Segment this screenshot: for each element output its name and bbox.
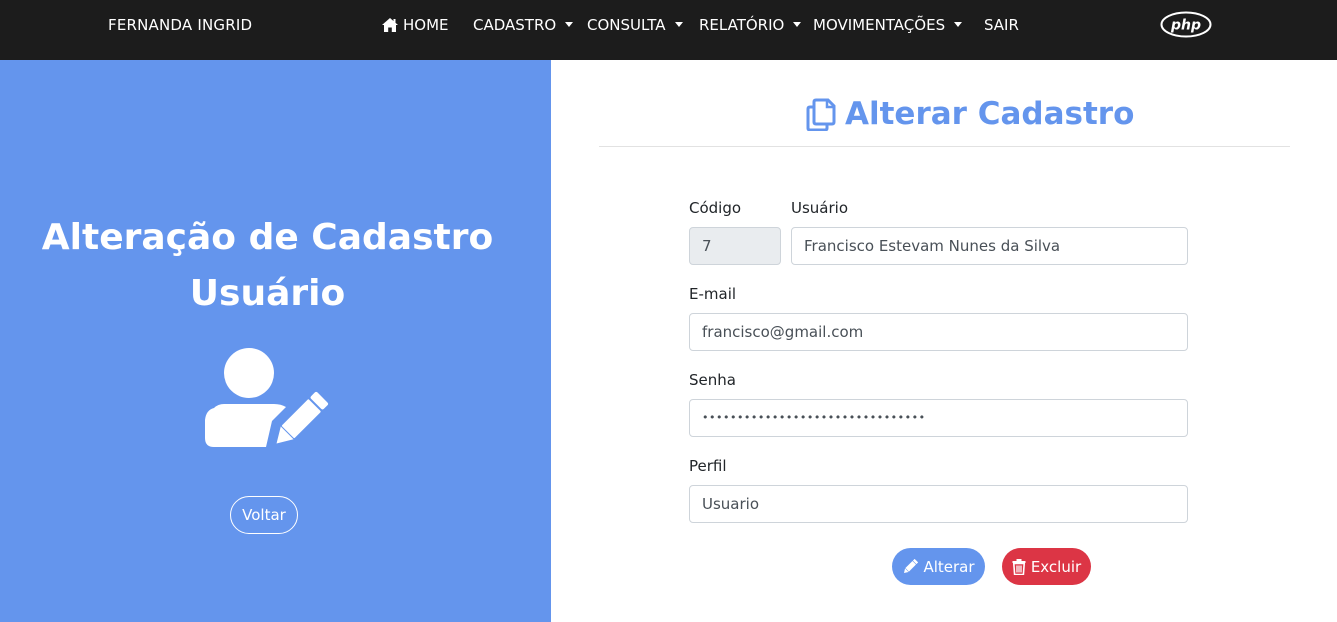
alterar-button-label: Alterar [923,557,975,576]
page-title: Alterar Cadastro [806,94,1134,134]
usuario-field[interactable]: Francisco Estevam Nunes da Silva [791,227,1188,265]
caret-down-icon [674,21,683,27]
nav-item-cadastro-label: CADASTRO [473,16,557,34]
nav-item-relatorio-label: RELATÓRIO [699,16,785,34]
caret-down-icon [565,21,574,27]
nav-item-sair-label: SAIR [984,16,1019,34]
perfil-label: Perfil [689,457,727,475]
php-logo-text: php [1170,18,1201,34]
home-icon [382,18,398,32]
pencil-icon [904,558,919,573]
email-field[interactable]: francisco@gmail.com [689,313,1188,351]
perfil-field[interactable]: Usuario [689,485,1188,523]
php-logo: php [1160,11,1212,38]
nav-item-sair[interactable]: SAIR [984,15,1019,35]
nav-item-relatorio[interactable]: RELATÓRIO [699,15,802,35]
senha-label: Senha [689,371,736,389]
top-navbar: FERNANDA INGRID HOME CADASTRO CONSULTA R… [0,0,1337,60]
left-panel-title-line1: Alteração de Cadastro [41,217,494,258]
codigo-label: Código [689,199,742,217]
senha-field[interactable]: •••••••••••••••••••••••••••••••• [689,399,1188,437]
left-panel-title-line2: Usuário [189,273,346,314]
left-panel-title: Alteração de Cadastro Usuário [0,210,535,322]
usuario-label: Usuário [791,199,849,217]
left-panel: Alteração de Cadastro Usuário Voltar [0,60,551,622]
codigo-field: 7 [689,227,781,265]
nav-item-consulta[interactable]: CONSULTA [587,15,683,35]
nav-item-movimentacoes-label: MOVIMENTAÇÕES [813,16,946,34]
navbar-brand[interactable]: FERNANDA INGRID [108,15,252,35]
nav-item-consulta-label: CONSULTA [587,16,666,34]
title-divider [599,146,1290,147]
trash-icon [1012,558,1026,575]
alterar-button[interactable]: Alterar [892,548,985,585]
excluir-button-label: Excluir [1030,557,1082,576]
back-button[interactable]: Voltar [230,496,298,534]
nav-item-home-label: HOME [403,16,449,34]
user-edit-icon [205,348,329,447]
email-label: E-mail [689,285,737,303]
nav-item-cadastro[interactable]: CADASTRO [473,15,574,35]
caret-down-icon [954,21,963,27]
nav-item-home[interactable]: HOME [381,15,449,35]
copy-icon [806,98,836,131]
page-title-text: Alterar Cadastro [845,96,1135,132]
caret-down-icon [793,21,802,27]
excluir-button[interactable]: Excluir [1002,548,1091,585]
nav-item-movimentacoes[interactable]: MOVIMENTAÇÕES [813,15,963,35]
